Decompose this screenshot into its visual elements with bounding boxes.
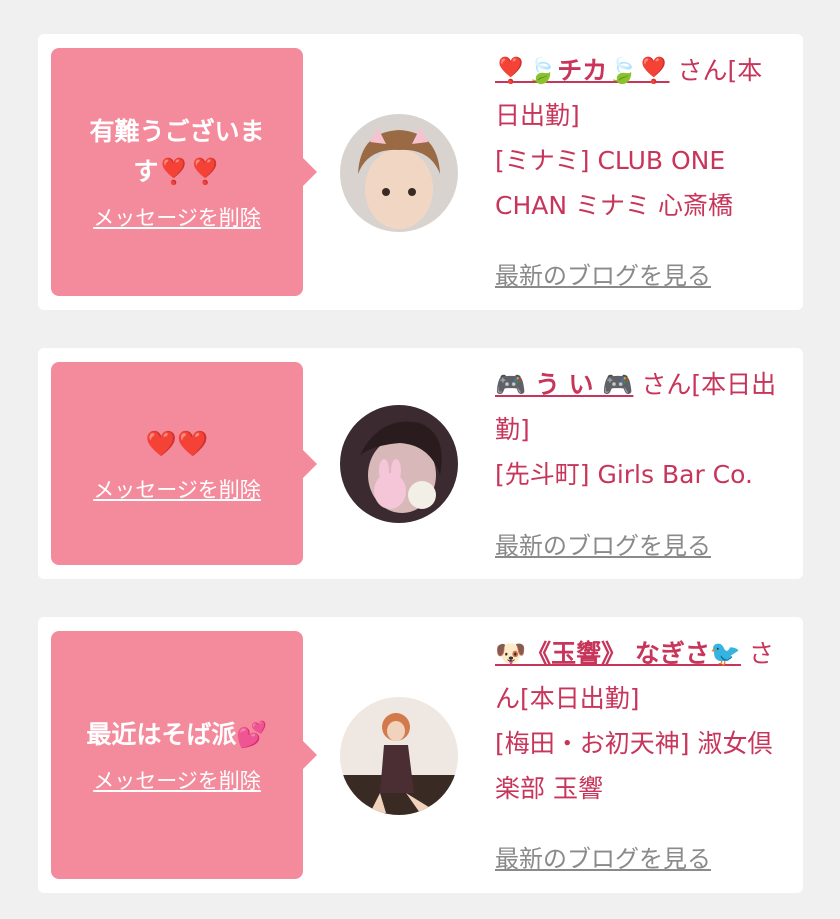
- latest-blog-link[interactable]: 最新のブログを見る: [495, 839, 711, 874]
- cast-info: 🐶《玉響》 なぎさ🐦 さん[本日出勤] [梅田・お初天神] 淑女倶楽部 玉響: [495, 631, 785, 811]
- cast-name-link[interactable]: 🎮 う い 🎮: [495, 370, 633, 399]
- cast-name-link[interactable]: ❣️🍃チカ🍃❣️: [495, 56, 670, 85]
- shop-name: [梅田・お初天神] 淑女倶楽部 玉響: [495, 729, 773, 803]
- shop-name: [ミナミ] CLUB ONE CHAN ミナミ 心斎橋: [495, 146, 733, 220]
- cast-name-link[interactable]: 🐶《玉響》 なぎさ🐦: [495, 639, 741, 668]
- message-bubble: 最近はそば派💕 メッセージを削除: [51, 631, 317, 879]
- shop-name: [先斗町] Girls Bar Co.: [495, 460, 753, 489]
- latest-blog-link[interactable]: 最新のブログを見る: [495, 526, 711, 561]
- avatar[interactable]: [340, 405, 458, 523]
- cast-info: 🎮 う い 🎮 さん[本日出勤] [先斗町] Girls Bar Co.: [495, 362, 785, 497]
- cast-info: ❣️🍃チカ🍃❣️ さん[本日出勤] [ミナミ] CLUB ONE CHAN ミナ…: [495, 48, 785, 228]
- avatar-image: [340, 114, 458, 232]
- delete-message-link[interactable]: メッセージを削除: [93, 202, 261, 232]
- message-text: ❤️❤️: [145, 428, 209, 458]
- latest-blog-link[interactable]: 最新のブログを見る: [495, 256, 711, 291]
- message-card: 最近はそば派💕 メッセージを削除 🐶《玉響》 なぎさ🐦 さん[本日出勤] [梅田…: [38, 617, 803, 893]
- delete-message-link[interactable]: メッセージを削除: [93, 474, 261, 504]
- message-card: ❤️❤️ メッセージを削除 🎮 う い 🎮 さん[本日出勤] [先斗町] Gir…: [38, 348, 803, 579]
- delete-message-link[interactable]: メッセージを削除: [93, 765, 261, 795]
- message-bubble: ❤️❤️ メッセージを削除: [51, 362, 317, 565]
- avatar-image: [340, 405, 458, 523]
- message-text: 最近はそば派💕: [86, 720, 268, 749]
- message-bubble: 有難うございます❣️❣️ メッセージを削除: [51, 48, 317, 296]
- avatar[interactable]: [340, 114, 458, 232]
- avatar[interactable]: [340, 697, 458, 815]
- message-text: 有難うございます❣️❣️: [89, 117, 265, 186]
- avatar-image: [340, 697, 458, 815]
- message-card: 有難うございます❣️❣️ メッセージを削除 ❣️🍃チカ🍃❣️ さん[本日出勤] …: [38, 34, 803, 310]
